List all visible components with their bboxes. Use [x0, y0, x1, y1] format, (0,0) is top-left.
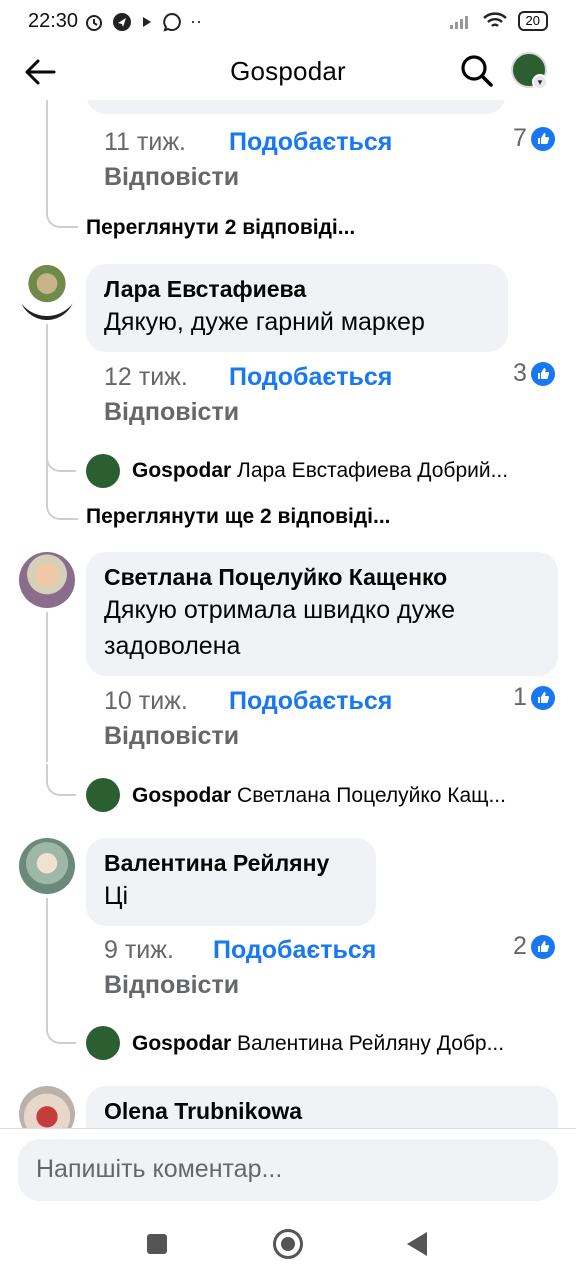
comments-list: 11 тиж. Подобається 7 Відповісти Перегля… [0, 100, 576, 1130]
comment-bubble[interactable]: Светлана Поцелуйко Кащенко Дякую отримал… [86, 552, 558, 676]
search-button[interactable] [458, 52, 496, 90]
reaction-count[interactable]: 1 [513, 683, 555, 712]
comment-bubble[interactable]: Лара Евстафиева Дякую, дуже гарний марке… [86, 264, 508, 352]
comment-input[interactable]: Напишіть коментар... [18, 1139, 558, 1201]
navigation-icon [113, 12, 131, 31]
thread-line [46, 612, 48, 762]
comment-bubble[interactable] [86, 100, 506, 114]
recents-button[interactable] [147, 1234, 167, 1254]
comment-bubble[interactable]: Валентина Рейляну Ці [86, 838, 376, 926]
reaction-count[interactable]: 2 [513, 932, 555, 961]
reaction-count[interactable]: 3 [513, 359, 555, 388]
like-reaction-icon [530, 361, 555, 386]
avatar[interactable] [19, 552, 75, 608]
reply-button[interactable]: Відповісти [104, 971, 239, 1000]
like-button[interactable]: Подобається [229, 363, 392, 392]
system-nav-bar [0, 1216, 576, 1280]
alarm-icon [86, 14, 102, 31]
comment-text-line-1: Дякую отримала швидко дуже [104, 596, 456, 624]
thread-line [46, 324, 48, 504]
reply-preview[interactable]: Gospodar Валентина Рейляну Добр... [132, 1032, 562, 1056]
status-system-icons: 20 [448, 11, 548, 31]
comment-author[interactable]: Лара Евстафиева [104, 274, 490, 304]
reply-preview-text: Светлана Поцелуйко Кащ... [237, 784, 506, 807]
reaction-count-value: 1 [513, 683, 527, 711]
reply-preview[interactable]: Gospodar Светлана Поцелуйко Кащ... [132, 784, 562, 808]
thread-line [46, 898, 48, 1016]
chevron-down-icon[interactable]: ▾ [532, 74, 548, 90]
comment-author[interactable]: Olena Trubnikowa [104, 1096, 540, 1126]
home-button[interactable] [273, 1229, 303, 1259]
comment-author[interactable]: Светлана Поцелуйко Кащенко [104, 562, 540, 592]
comment-composer: Напишіть коментар... [0, 1128, 576, 1216]
search-icon [461, 55, 493, 87]
reply-button[interactable]: Відповісти [104, 163, 239, 192]
system-back-button[interactable] [407, 1232, 427, 1256]
reaction-count-value: 2 [513, 932, 527, 960]
reply-preview-author: Gospodar [132, 1032, 232, 1055]
comment-bubble[interactable]: Olena Trubnikowa [86, 1086, 558, 1130]
thread-connector [46, 196, 78, 228]
like-button[interactable]: Подобається [213, 936, 376, 965]
like-reaction-icon [530, 685, 555, 710]
thread-connector [46, 488, 78, 520]
reaction-count[interactable]: 7 [513, 124, 555, 153]
reply-button[interactable]: Відповісти [104, 722, 239, 751]
comment-input-placeholder: Напишіть коментар... [36, 1155, 283, 1183]
like-reaction-icon [530, 934, 555, 959]
avatar[interactable] [19, 838, 75, 894]
thread-connector [46, 440, 76, 472]
play-icon [143, 16, 151, 27]
view-replies-link[interactable]: Переглянути 2 відповіді... [86, 216, 355, 240]
status-time: 22:30 [28, 10, 79, 32]
status-bar: 22:30 ·· 20 [0, 0, 576, 44]
wifi-icon [482, 12, 507, 27]
comment-time: 9 тиж. [104, 936, 174, 964]
reply-preview-text: Валентина Рейляну Добр... [237, 1032, 505, 1055]
comment-author[interactable]: Валентина Рейляну [104, 848, 358, 878]
thread-connector [46, 764, 76, 796]
avatar[interactable] [19, 264, 75, 320]
reaction-count-value: 3 [513, 359, 527, 387]
like-button[interactable]: Подобається [229, 128, 392, 157]
comment-time: 12 тиж. [104, 363, 188, 391]
comment-text-line-2: задоволена [104, 632, 241, 660]
app-header: Gospodar ▾ [0, 44, 576, 100]
reply-avatar[interactable] [86, 454, 120, 488]
comment-time: 11 тиж. [104, 128, 186, 156]
comment-time: 10 тиж. [104, 687, 188, 715]
thread-connector [46, 1012, 76, 1044]
reply-avatar[interactable] [86, 1026, 120, 1060]
comment-text: Ці [104, 882, 129, 910]
thread-line [46, 100, 48, 208]
status-notification-icons: ·· [84, 11, 202, 32]
view-replies-link[interactable]: Переглянути ще 2 відповіді... [86, 505, 391, 529]
reply-button[interactable]: Відповісти [104, 398, 239, 427]
reply-preview-text: Лара Евстафиева Добрий... [237, 459, 509, 482]
reply-avatar[interactable] [86, 778, 120, 812]
reply-preview-author: Gospodar [132, 459, 232, 482]
viber-icon [163, 12, 181, 32]
reply-preview-author: Gospodar [132, 784, 232, 807]
signal-icon [449, 16, 468, 29]
more-notifications-icon: ·· [190, 11, 202, 31]
like-reaction-icon [530, 126, 555, 151]
battery-icon: 20 [517, 11, 548, 31]
like-button[interactable]: Подобається [229, 687, 392, 716]
reaction-count-value: 7 [513, 124, 527, 152]
comment-text: Дякую, дуже гарний маркер [104, 308, 425, 336]
avatar[interactable] [19, 1086, 75, 1130]
reply-preview[interactable]: Gospodar Лара Евстафиева Добрий... [132, 459, 562, 483]
